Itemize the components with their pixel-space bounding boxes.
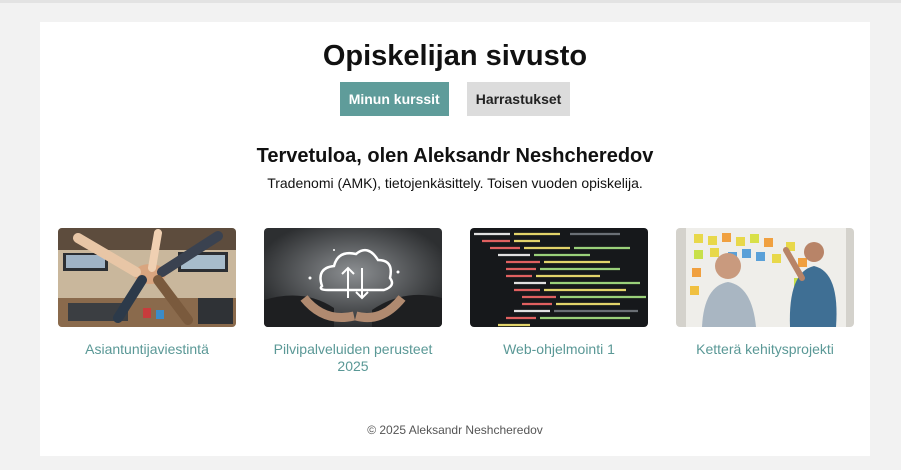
course-card-asiantuntijaviestinta[interactable]: Asiantuntijaviestintä [58,228,236,375]
browser-top-border [0,0,901,3]
page-footer: © 2025 Aleksandr Neshcheredov [367,423,543,437]
cloud-upload-image[interactable] [264,228,442,327]
nav-button-hobbies[interactable]: Harrastukset [466,82,571,116]
welcome-heading: Tervetuloa, olen Aleksandr Neshcheredov [256,145,654,167]
course-list: Asiantuntijaviestintä Pilvipalveluiden p… [58,228,854,375]
course-card-pilvipalvelut[interactable]: Pilvipalveluiden perusteet 2025 [264,228,442,375]
course-card-kettera-kehitysprojekti[interactable]: Ketterä kehitysprojekti [676,228,854,375]
course-link-web-ohjelmointi[interactable]: Web-ohjelmointi 1 [470,341,648,358]
main-nav: Minun kurssit Harrastukset [40,82,870,116]
intro-subtitle: Tradenomi (AMK), tietojenkäsittely. Tois… [267,175,643,191]
course-card-web-ohjelmointi[interactable]: Web-ohjelmointi 1 [470,228,648,375]
teamwork-hands-image[interactable] [58,228,236,327]
page-card: Opiskelijan sivusto Minun kurssit Harras… [40,22,870,456]
site-title: Opiskelijan sivusto [322,40,588,72]
course-link-kettera-kehitysprojekti[interactable]: Ketterä kehitysprojekti [676,341,854,358]
course-link-pilvipalvelut[interactable]: Pilvipalveluiden perusteet 2025 [264,341,442,375]
nav-button-my-courses[interactable]: Minun kurssit [339,82,449,116]
course-link-asiantuntijaviestinta[interactable]: Asiantuntijaviestintä [58,341,236,358]
html-code-image[interactable] [470,228,648,327]
agile-board-image[interactable] [676,228,854,327]
